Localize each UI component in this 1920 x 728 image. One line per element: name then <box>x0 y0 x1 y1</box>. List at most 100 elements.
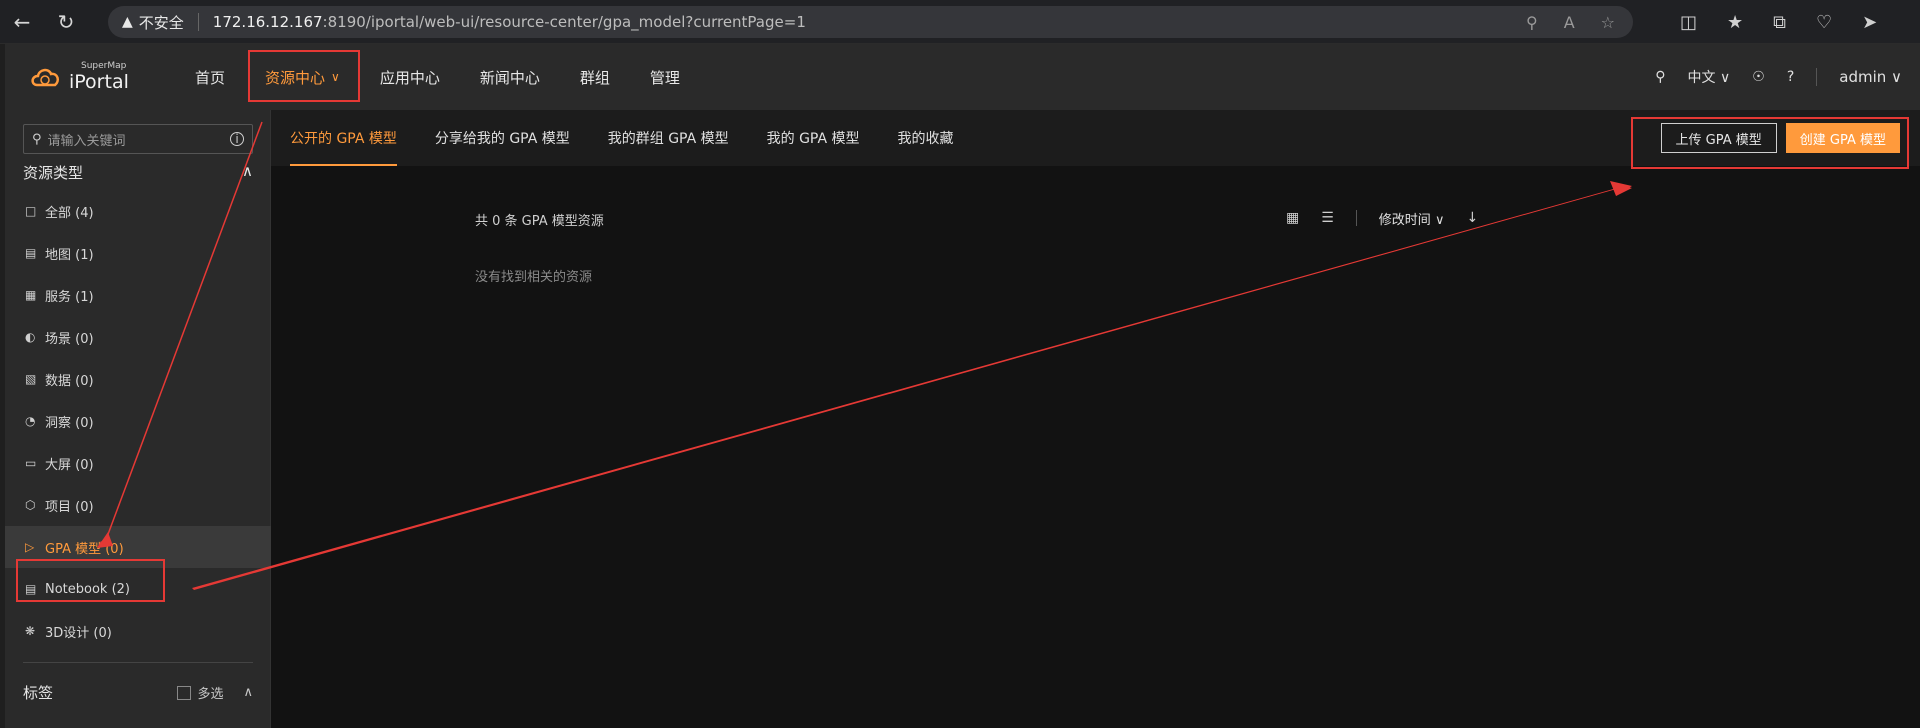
service-icon: ▦ <box>25 288 37 302</box>
logo[interactable]: SuperMap iPortal <box>29 56 149 98</box>
search-placeholder: 请输入关键词 <box>47 133 126 149</box>
resource-type-header[interactable]: 资源类型 ∧ <box>23 162 253 183</box>
top-right-tools: ⚲ 中文 ∨ ☉ ? admin ∨ <box>1655 44 1902 110</box>
result-count: 共 0 条 GPA 模型资源 <box>475 214 604 229</box>
chevron-up-icon: ∧ <box>243 685 253 700</box>
list-view-icon[interactable]: ☰ <box>1321 210 1334 226</box>
upload-gpa-button[interactable]: 上传 GPA 模型 <box>1660 123 1777 153</box>
sidebar-item-label: 场景 (0) <box>45 331 94 347</box>
toolbar-divider <box>1816 68 1818 86</box>
create-gpa-button[interactable]: 创建 GPA 模型 <box>1785 123 1900 153</box>
sidebar-item-label: 数据 (0) <box>45 373 94 389</box>
sidebar-item-label: 大屏 (0) <box>45 457 94 473</box>
sidebar-item-data[interactable]: ▧ 数据 (0) <box>5 358 271 400</box>
map-icon: ▤ <box>25 246 37 260</box>
warning-icon: ▲ <box>122 14 133 30</box>
search-icon[interactable]: ⚲ <box>1655 69 1665 85</box>
sidebar-item-all[interactable]: □ 全部 (4) <box>5 190 271 232</box>
app-root: SuperMap iPortal 首页 资源中心 ∨ 应用中心 新闻中心 群组 … <box>5 44 1920 728</box>
top-navigation: SuperMap iPortal 首页 资源中心 ∨ 应用中心 新闻中心 群组 … <box>5 44 1920 110</box>
menu-item-app-center[interactable]: 应用中心 <box>360 44 460 110</box>
favorite-star-icon[interactable]: ☆ <box>1601 13 1615 32</box>
menu-item-label: 资源中心 <box>265 68 326 87</box>
multi-select-label: 多选 <box>197 687 224 702</box>
data-icon: ▧ <box>25 372 37 386</box>
split-screen-icon[interactable]: ◫ <box>1680 12 1697 33</box>
empty-message: 没有找到相关的资源 <box>475 270 593 285</box>
view-divider <box>1355 210 1357 226</box>
logo-cloud-icon <box>31 68 60 87</box>
logo-big-text: iPortal <box>69 71 129 93</box>
sidebar-item-label: 3D设计 (0) <box>45 625 112 641</box>
user-menu[interactable]: admin ∨ <box>1839 68 1902 86</box>
tab-shared-gpa[interactable]: 分享给我的 GPA 模型 <box>416 110 589 166</box>
tab-group-gpa[interactable]: 我的群组 GPA 模型 <box>589 110 748 166</box>
sort-direction-icon[interactable]: ↓ <box>1466 210 1478 226</box>
folder-icon: □ <box>25 204 37 218</box>
view-tools: ▦ ☰ 修改时间 ∨ ↓ <box>1286 206 1478 230</box>
read-aloud-icon[interactable]: A <box>1564 13 1575 32</box>
grid-view-icon[interactable]: ▦ <box>1286 210 1299 226</box>
url-host: 172.16.12.167 <box>212 13 323 31</box>
browser-toolbar: ← ↻ ▲ 不安全 172.16.12.167 :8190/iportal/we… <box>0 0 1920 44</box>
main-content: 共 0 条 GPA 模型资源 没有找到相关的资源 ▦ ☰ 修改时间 ∨ ↓ <box>271 166 1920 728</box>
resource-type-title: 资源类型 <box>23 164 84 182</box>
chevron-down-icon: ∨ <box>331 70 340 84</box>
tags-title: 标签 <box>23 684 54 702</box>
project-icon: ⬡ <box>25 498 36 512</box>
sidebar-item-project[interactable]: ⬡ 项目 (0) <box>5 484 271 526</box>
favorites-icon[interactable]: ★ <box>1727 12 1743 33</box>
sidebar-item-insight[interactable]: ◔ 洞察 (0) <box>5 400 271 442</box>
sidebar-item-label: 洞察 (0) <box>45 415 94 431</box>
sidebar-item-label: 项目 (0) <box>45 499 94 515</box>
menu-item-home[interactable]: 首页 <box>175 44 245 110</box>
collections-icon[interactable]: ⧉ <box>1773 12 1786 33</box>
back-icon[interactable]: ← <box>0 0 44 44</box>
health-icon[interactable]: ♡ <box>1816 12 1832 33</box>
sidebar-item-label: 服务 (1) <box>45 289 94 305</box>
scene-icon: ◐ <box>25 330 36 344</box>
multi-select-toggle[interactable]: 多选 ∧ <box>177 682 253 703</box>
zoom-icon[interactable]: ⚲ <box>1526 13 1538 32</box>
security-label: 不安全 <box>138 13 184 32</box>
info-icon[interactable]: i <box>230 132 244 146</box>
sidebar-item-dashboard[interactable]: ▭ 大屏 (0) <box>5 442 271 484</box>
theme-icon[interactable]: ☉ <box>1752 69 1765 85</box>
help-icon[interactable]: ? <box>1787 69 1794 85</box>
tab-favorites[interactable]: 我的收藏 <box>879 110 973 166</box>
refresh-icon[interactable]: ↻ <box>44 0 88 44</box>
sidebar-item-label: GPA 模型 (0) <box>45 541 124 557</box>
language-label: 中文 <box>1687 70 1716 86</box>
sidebar-item-notebook[interactable]: ▤ Notebook (2) <box>5 568 271 610</box>
tags-header[interactable]: 标签 多选 ∧ <box>23 682 253 703</box>
menu-item-resource-center[interactable]: 资源中心 ∨ <box>245 44 360 110</box>
tab-my-gpa[interactable]: 我的 GPA 模型 <box>748 110 879 166</box>
menu-item-news-center[interactable]: 新闻中心 <box>460 44 560 110</box>
sidebar-item-gpa-model[interactable]: ▷ GPA 模型 (0) <box>5 526 271 568</box>
language-select[interactable]: 中文 ∨ <box>1688 67 1731 87</box>
sort-select[interactable]: 修改时间 ∨ <box>1379 209 1445 228</box>
url-path: :8190/iportal/web-ui/resource-center/gpa… <box>322 13 806 31</box>
tab-public-gpa[interactable]: 公开的 GPA 模型 <box>271 110 416 166</box>
3d-icon: ❋ <box>25 624 36 638</box>
search-input[interactable]: ⚲ 请输入关键词 i <box>23 124 253 154</box>
sidebar-item-3d-design[interactable]: ❋ 3D设计 (0) <box>5 610 271 652</box>
user-name: admin <box>1839 68 1887 86</box>
share-icon[interactable]: ➤ <box>1862 12 1877 33</box>
main-menu: 首页 资源中心 ∨ 应用中心 新闻中心 群组 管理 <box>175 44 700 110</box>
sidebar-item-label: 全部 (4) <box>45 205 94 221</box>
sidebar-item-label: Notebook (2) <box>45 581 131 597</box>
address-divider <box>197 13 199 31</box>
menu-item-groups[interactable]: 群组 <box>560 44 630 110</box>
sidebar-item-scene[interactable]: ◐ 场景 (0) <box>5 316 271 358</box>
address-bar[interactable]: ▲ 不安全 172.16.12.167 :8190/iportal/web-ui… <box>108 6 1633 38</box>
multi-select-checkbox[interactable] <box>177 685 192 700</box>
dashboard-icon: ▭ <box>25 456 37 470</box>
action-buttons: 上传 GPA 模型 创建 GPA 模型 <box>1660 110 1900 166</box>
insight-icon: ◔ <box>25 414 36 428</box>
sidebar: ⚲ 请输入关键词 i 资源类型 ∧ □ 全部 (4) ▤ 地图 (1) ▦ 服务… <box>5 110 271 728</box>
sidebar-item-service[interactable]: ▦ 服务 (1) <box>5 274 271 316</box>
sidebar-item-map[interactable]: ▤ 地图 (1) <box>5 232 271 274</box>
menu-item-manage[interactable]: 管理 <box>630 44 700 110</box>
gpa-icon: ▷ <box>25 540 35 554</box>
